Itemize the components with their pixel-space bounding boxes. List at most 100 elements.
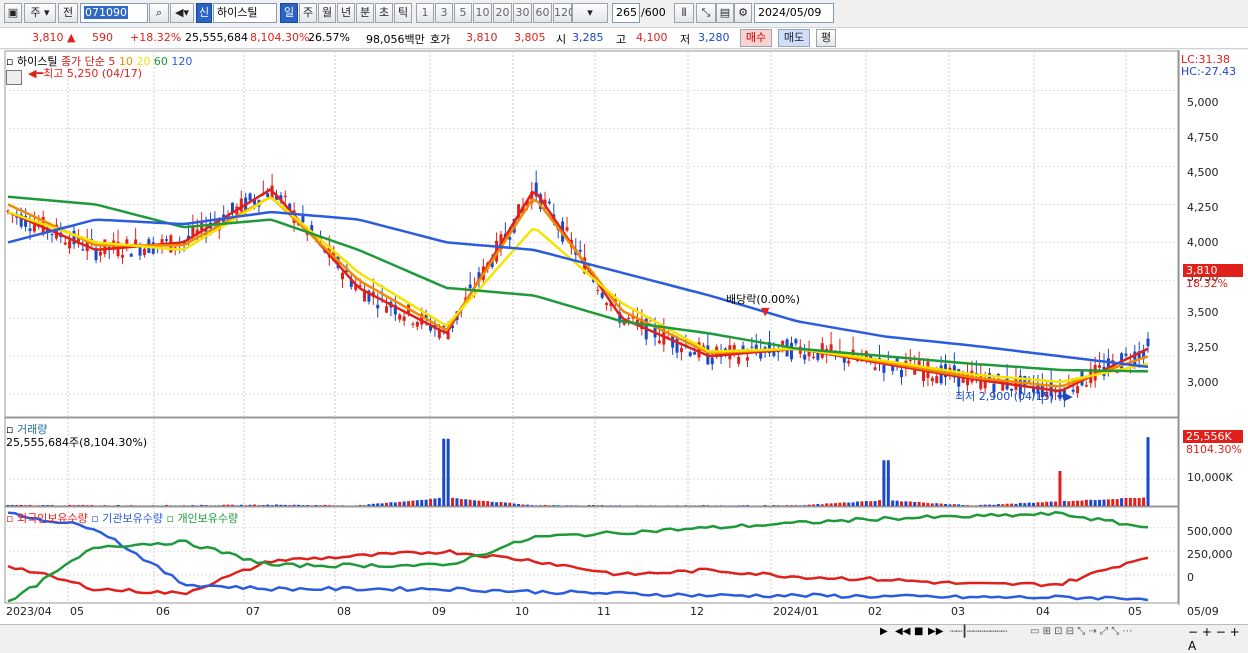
interval-button-5[interactable]: 5 xyxy=(454,3,472,23)
eval-button[interactable]: 평 xyxy=(816,29,836,47)
holding-legend: ▫ 외국인보유수량 ▫ 기관보유수량 ▫ 개인보유수량 xyxy=(6,510,238,526)
volume-bar xyxy=(117,505,120,506)
tab-period-1[interactable]: 주 xyxy=(299,3,317,23)
chart-area[interactable] xyxy=(0,50,1248,625)
candle-body xyxy=(1076,386,1079,393)
volume-bar xyxy=(11,505,14,506)
bid-label: 호가 xyxy=(430,31,450,47)
volume-bar xyxy=(684,505,687,506)
search-icon[interactable]: ⌕ xyxy=(149,3,169,23)
interval-button-60[interactable]: 60 xyxy=(533,3,552,23)
zoom-slider[interactable]: ┈┈┃┈┈┈┈┈┈┈ xyxy=(950,625,1006,638)
holding-tick-0: 0 xyxy=(1187,571,1194,584)
volume-bar xyxy=(900,501,903,506)
volume-bar xyxy=(535,505,538,506)
speaker-icon[interactable]: ◀▾ xyxy=(170,3,194,23)
volume-bar xyxy=(315,505,318,506)
volume-bar xyxy=(552,505,555,506)
date-input[interactable]: 2024/05/09 xyxy=(754,3,834,23)
x-tick: 10 xyxy=(515,605,529,618)
volume-bar xyxy=(433,498,436,506)
volume-bar xyxy=(543,505,546,506)
market-select[interactable]: 주 ▾ xyxy=(24,3,56,23)
candle-icon[interactable]: ⫴ xyxy=(674,3,694,23)
zoom-controls[interactable]: − + − + A xyxy=(1188,625,1248,653)
y-tick: 3,000 xyxy=(1187,376,1219,389)
candle-body xyxy=(935,376,938,383)
volume-bar xyxy=(816,504,819,506)
volume-bar xyxy=(887,460,890,506)
interval-button-20[interactable]: 20 xyxy=(493,3,512,23)
volume-bar xyxy=(332,505,335,506)
current-price-tag: 3,810 xyxy=(1183,264,1243,277)
layout-icon[interactable]: ▣ xyxy=(4,3,22,23)
interval-button-30[interactable]: 30 xyxy=(513,3,532,23)
volume-bar xyxy=(125,505,128,506)
candle-body xyxy=(99,252,102,256)
candle-body xyxy=(874,367,877,370)
volume-bar xyxy=(451,498,454,506)
interval-dropdown[interactable]: ▾ xyxy=(572,3,608,23)
volume-bar xyxy=(966,505,969,506)
high: 4,100 xyxy=(636,31,668,44)
volume-bar xyxy=(988,505,991,506)
stop-icon[interactable]: ■ xyxy=(914,626,923,637)
candle-body xyxy=(790,343,793,359)
interval-button-10[interactable]: 10 xyxy=(473,3,492,23)
scroll-right-icon[interactable]: ▶ xyxy=(880,626,888,637)
tab-period-3[interactable]: 년 xyxy=(337,3,355,23)
period-select[interactable]: 전 xyxy=(58,3,78,23)
volume-bar xyxy=(1072,501,1075,506)
volume-bar xyxy=(46,505,49,506)
stock-name-field[interactable]: 하이스틸 xyxy=(213,3,277,23)
volume-bar xyxy=(301,505,304,506)
volume-bar xyxy=(1147,437,1150,506)
volume-bar xyxy=(513,504,516,506)
volume-bar xyxy=(442,439,445,506)
volume-bar xyxy=(411,501,414,506)
chart-canvas[interactable] xyxy=(0,50,1248,625)
tab-period-0[interactable]: 일 xyxy=(280,3,298,23)
volume-bar xyxy=(491,502,494,506)
tab-period-6[interactable]: 틱 xyxy=(394,3,412,23)
candle-body xyxy=(121,255,124,258)
count-input[interactable]: 265 xyxy=(612,3,640,23)
volume-bar xyxy=(1107,499,1110,506)
volume-bar xyxy=(394,503,397,506)
tab-period-5[interactable]: 초 xyxy=(375,3,393,23)
x-tick: 04 xyxy=(1036,605,1050,618)
x-tick: 11 xyxy=(597,605,611,618)
tab-period-4[interactable]: 분 xyxy=(356,3,374,23)
save-icon[interactable]: ▤ xyxy=(716,3,734,23)
volume-bar xyxy=(957,504,960,506)
volume-bar xyxy=(407,501,410,506)
volume-bar xyxy=(1124,498,1127,506)
interval-button-3[interactable]: 3 xyxy=(435,3,453,23)
volume-bar xyxy=(764,505,767,506)
volume-bar xyxy=(398,502,401,506)
legend-individual: 개인보유수량 xyxy=(177,512,238,525)
candle-body xyxy=(130,254,133,257)
volume-bar xyxy=(218,505,221,506)
buy-button[interactable]: 매수 xyxy=(740,29,772,47)
sell-button[interactable]: 매도 xyxy=(778,29,810,47)
interval-button-1[interactable]: 1 xyxy=(416,3,434,23)
interval-button-120[interactable]: 120 xyxy=(553,3,572,23)
table-icon[interactable] xyxy=(6,70,22,85)
candle-body xyxy=(627,318,630,319)
quote-bar: 3,810 ▲ 590 +18.32% 25,555,684 8,104.30%… xyxy=(0,27,1248,49)
volume-bar xyxy=(821,504,824,506)
candle-body xyxy=(103,239,106,254)
volume-bar xyxy=(539,505,542,506)
volume-bar xyxy=(486,501,489,506)
rewind-icon[interactable]: ◀◀ xyxy=(895,626,910,637)
tab-period-2[interactable]: 월 xyxy=(318,3,336,23)
count-total: /600 xyxy=(641,6,666,19)
draw-tool-icon[interactable]: ⤡ xyxy=(696,3,716,23)
fast-forward-icon[interactable]: ▶▶ xyxy=(928,626,943,637)
stock-code-input[interactable]: 071090 xyxy=(80,3,148,23)
volume-bar xyxy=(588,505,591,506)
volume-bar xyxy=(499,502,502,506)
gear-icon[interactable]: ⚙ xyxy=(734,3,752,23)
view-tools-icon[interactable]: ▭ ⊞ ⊡ ⊟ ⤡ ⇢ ⤢ ⤡ ⋯ xyxy=(1030,626,1132,637)
